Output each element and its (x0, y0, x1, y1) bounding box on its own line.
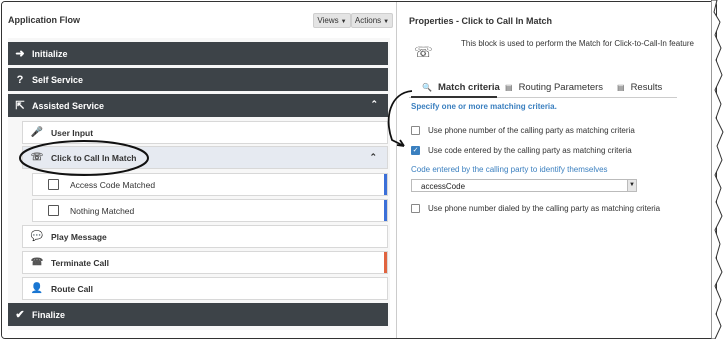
actions-button[interactable]: Actions ▼ (351, 13, 393, 28)
status-bar (384, 252, 387, 273)
status-bar (384, 200, 387, 221)
access-code-value: accessCode (421, 182, 466, 191)
tab-results[interactable]: ▤ Results (617, 82, 662, 93)
flow-item-play-message[interactable]: 💬 Play Message (22, 225, 388, 248)
checkbox-icon[interactable] (48, 205, 59, 216)
phone-end-icon: ☎ (30, 257, 44, 268)
torn-edge (711, 0, 724, 339)
checkbox-icon[interactable] (48, 179, 59, 190)
check-icon: ✔ (15, 309, 25, 321)
speech-bubble-icon: 💬 (30, 231, 44, 242)
chevron-up-icon[interactable]: ⌃ (369, 152, 377, 163)
calendar-icon: ▤ (505, 83, 513, 92)
flow-item-label: Initialize (32, 48, 68, 59)
flow-item-initialize[interactable]: ➜ Initialize (8, 42, 388, 65)
tab-label: Routing Parameters (518, 82, 604, 93)
flow-item-label: Self Service (32, 74, 84, 85)
flow-item-label: Finalize (32, 309, 66, 320)
flow-item-route-call[interactable]: 👤 Route Call (22, 277, 388, 300)
agent-icon: 👤 (30, 283, 44, 294)
code-field-label: Code entered by the calling party to ide… (411, 165, 608, 174)
flow-item-label: Terminate Call (51, 257, 109, 268)
flow-item-terminate-call[interactable]: ☎ Terminate Call (22, 251, 388, 274)
properties-title: Properties - Click to Call In Match (409, 16, 553, 26)
properties-panel: Properties - Click to Call In Match ☏ Th… (397, 2, 716, 338)
chevron-up-icon[interactable]: ⌃ (370, 99, 378, 110)
tab-label: Match criteria (437, 82, 500, 93)
search-icon: 🔍 (422, 83, 432, 92)
flow-item-label: Play Message (51, 231, 107, 242)
flow-item-label: Assisted Service (32, 100, 105, 111)
caret-down-icon: ▼ (340, 19, 347, 25)
option-calling-party-number[interactable]: Use phone number of the calling party as… (411, 126, 635, 135)
application-flow-title: Application Flow (8, 15, 80, 25)
flow-item-finalize[interactable]: ✔ Finalize (8, 303, 388, 326)
option-label: Use code entered by the calling party as… (428, 146, 632, 155)
active-tab-underline (411, 96, 497, 98)
caret-down-icon[interactable]: ▼ (627, 180, 636, 191)
calendar-icon: ▤ (617, 83, 625, 92)
tab-routing-parameters[interactable]: ▤ Routing Parameters (505, 82, 603, 93)
share-icon: ⇱ (15, 100, 25, 112)
actions-label: Actions (354, 16, 382, 25)
flow-item-assisted-service[interactable]: ⇱ Assisted Service ⌃ (8, 94, 388, 117)
flow-tree: ➜ Initialize ? Self Service ⇱ Assisted S… (8, 38, 390, 330)
caret-down-icon: ▼ (383, 19, 390, 25)
specify-criteria-text: Specify one or more matching criteria. (411, 102, 557, 111)
flow-item-nothing-matched[interactable]: Nothing Matched (32, 199, 388, 222)
flow-item-self-service[interactable]: ? Self Service (8, 68, 388, 91)
views-label: Views (317, 16, 339, 25)
tab-match-criteria[interactable]: 🔍 Match criteria (422, 82, 500, 93)
application-flow-panel: Application Flow Views ▼ Actions ▼ ➜ Initi… (2, 2, 397, 338)
question-icon: ? (16, 73, 24, 86)
views-button[interactable]: Views ▼ (313, 13, 351, 28)
status-bar (384, 174, 387, 195)
flow-item-label: Nothing Matched (70, 205, 135, 216)
flow-item-label: User Input (51, 127, 94, 138)
option-dialed-number[interactable]: Use phone number dialed by the calling p… (411, 204, 660, 213)
phone-transfer-icon: ☏ (414, 44, 433, 61)
highlight-ellipse (19, 140, 149, 176)
tab-label: Results (630, 82, 663, 93)
annotation-arrow (387, 90, 413, 147)
access-code-select[interactable]: accessCode ▼ (411, 179, 637, 192)
sign-in-icon: ➜ (15, 48, 25, 60)
flow-item-label: Access Code Matched (70, 179, 156, 190)
flow-item-label: Route Call (51, 283, 94, 294)
option-label: Use phone number of the calling party as… (428, 126, 635, 135)
block-description: This block is used to perform the Match … (461, 39, 694, 48)
option-code-entered[interactable]: ✓ Use code entered by the calling party … (411, 146, 632, 155)
checkbox-icon[interactable] (411, 204, 420, 213)
window-frame: Application Flow Views ▼ Actions ▼ ➜ Initi… (1, 1, 717, 339)
option-label: Use phone number dialed by the calling p… (428, 204, 661, 213)
